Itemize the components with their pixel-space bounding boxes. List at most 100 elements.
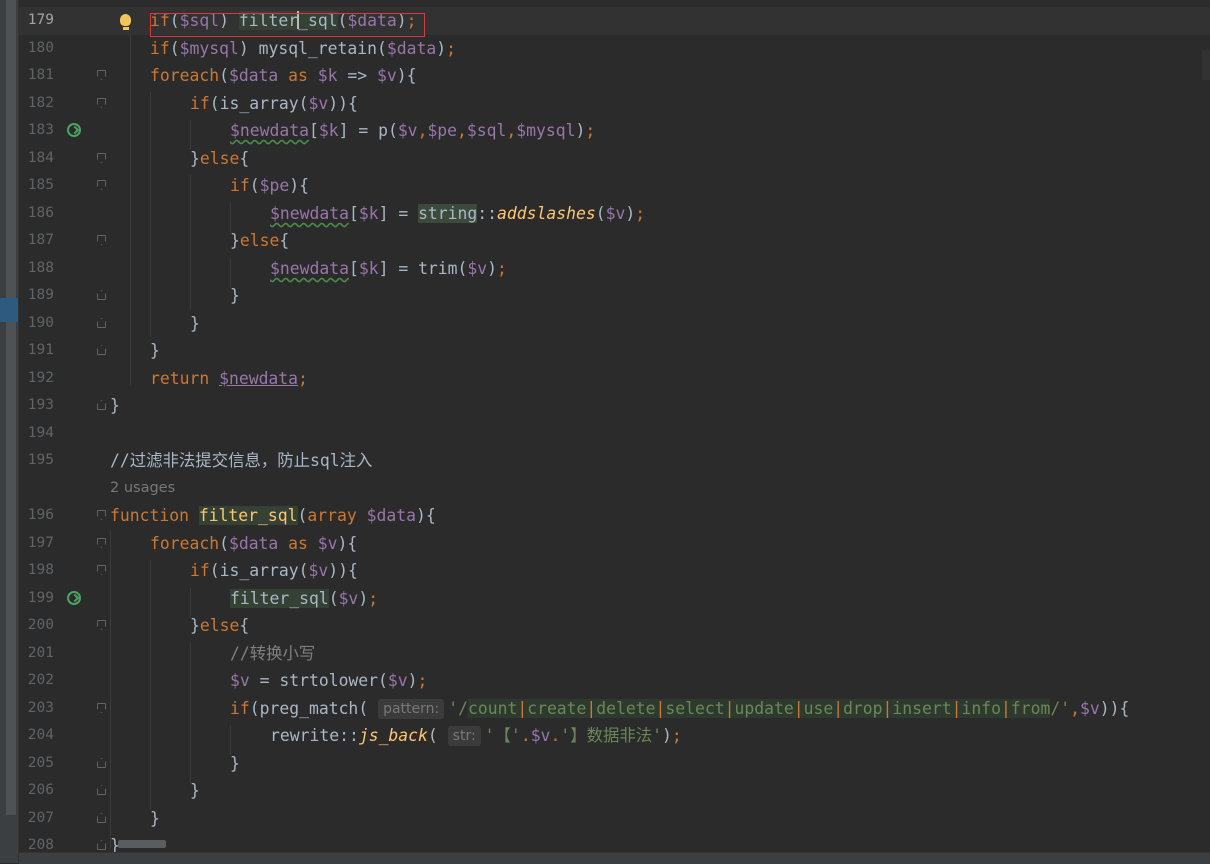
line-number: 196 xyxy=(27,507,54,523)
param-hint-pattern: pattern: xyxy=(378,699,445,719)
line-number: 184 xyxy=(27,150,54,166)
code-editor[interactable]: 179 if($sql) filter_sql($data); 180 if($… xyxy=(19,0,1210,852)
line-number: 207 xyxy=(27,810,54,826)
code-line-188[interactable]: 188 $newdata[$k] = trim($v); xyxy=(19,255,1210,283)
code-line-190[interactable]: 190 } xyxy=(19,310,1210,338)
code-line-181[interactable]: 181 foreach($data as $k => $v){ xyxy=(19,62,1210,90)
regex-alternative: count xyxy=(467,699,518,718)
regex-alternative: select xyxy=(665,699,725,718)
line-number: 206 xyxy=(27,782,54,798)
line-number: 193 xyxy=(27,397,54,413)
recursive-call-icon[interactable] xyxy=(67,591,81,605)
line-number: 192 xyxy=(27,370,54,386)
fold-icon[interactable] xyxy=(97,153,106,163)
regex-alternative: update xyxy=(734,699,794,718)
regex-pipe: | xyxy=(724,699,735,718)
code-line-199[interactable]: 199 filter_sql($v); xyxy=(19,585,1210,613)
regex-pipe: | xyxy=(793,699,804,718)
code-line-204[interactable]: 204 rewrite::js_back( str: '【'.$v.'】数据非法'… xyxy=(19,722,1210,750)
fold-icon[interactable] xyxy=(97,400,106,410)
code-line-208[interactable]: 208 } xyxy=(19,832,1210,852)
code-line-193[interactable]: 193 } xyxy=(19,392,1210,420)
line-number: 198 xyxy=(27,562,54,578)
code-line-195[interactable]: 195 //过滤非法提交信息，防止sql注入 xyxy=(19,447,1210,475)
line-number: 182 xyxy=(27,95,54,111)
code-line-202[interactable]: 202 $v = strtolower($v); xyxy=(19,667,1210,695)
code-line-194[interactable]: 194 xyxy=(19,420,1210,448)
line-number: 188 xyxy=(27,260,54,276)
line-number: 187 xyxy=(27,232,54,248)
code-line-180[interactable]: 180 if($mysql) mysql_retain($data); xyxy=(19,35,1210,63)
fold-icon[interactable] xyxy=(97,538,106,548)
line-number: 181 xyxy=(27,67,54,83)
line-number: 201 xyxy=(27,645,54,661)
regex-pipe: | xyxy=(586,699,597,718)
fold-icon[interactable] xyxy=(97,290,106,300)
regex-alternative: use xyxy=(803,699,834,718)
fold-icon[interactable] xyxy=(97,703,106,713)
line-number: 185 xyxy=(27,177,54,193)
regex-pipe: | xyxy=(655,699,666,718)
code-line-182[interactable]: 182 if(is_array($v)){ xyxy=(19,90,1210,118)
fold-icon[interactable] xyxy=(97,345,106,355)
line-number: 208 xyxy=(27,837,54,852)
fold-icon[interactable] xyxy=(97,840,106,850)
code-line-203[interactable]: 203 if(preg_match( pattern: '/count|creat… xyxy=(19,695,1210,723)
usages-hint[interactable]: 2 usages xyxy=(110,475,175,503)
code-line-186[interactable]: 186 $newdata[$k] = string::addslashes($v… xyxy=(19,200,1210,228)
fold-icon[interactable] xyxy=(97,785,106,795)
line-number: 180 xyxy=(27,40,54,56)
line-number: 203 xyxy=(27,700,54,716)
regex-pipe: | xyxy=(951,699,962,718)
left-scroll-track[interactable] xyxy=(6,0,16,815)
code-line-183[interactable]: 183 $newdata[$k] = p($v,$pe,$sql,$mysql)… xyxy=(19,117,1210,145)
regex-pipe: | xyxy=(1001,699,1011,718)
fold-icon[interactable] xyxy=(97,620,106,630)
left-tool-strip xyxy=(0,0,19,863)
line-number: 191 xyxy=(27,342,54,358)
code-line-184[interactable]: 184 }else{ xyxy=(19,145,1210,173)
fold-icon[interactable] xyxy=(97,813,106,823)
code-line-179[interactable]: 179 if($sql) filter_sql($data); xyxy=(19,7,1210,35)
line-number: 197 xyxy=(27,535,54,551)
line-number: 194 xyxy=(27,425,54,441)
line-number: 204 xyxy=(27,727,54,743)
line-number: 189 xyxy=(27,287,54,303)
code-line-200[interactable]: 200 }else{ xyxy=(19,612,1210,640)
code-line-206[interactable]: 206 } xyxy=(19,777,1210,805)
left-scroll-marker xyxy=(0,298,18,322)
fold-icon[interactable] xyxy=(97,180,106,190)
recursive-call-icon[interactable] xyxy=(67,123,81,137)
regex-alternative: from xyxy=(1010,699,1051,718)
code-line-187[interactable]: 187 }else{ xyxy=(19,227,1210,255)
bottom-strip xyxy=(19,852,1210,864)
horizontal-scrollbar[interactable] xyxy=(118,840,166,848)
fold-icon[interactable] xyxy=(97,758,106,768)
code-line-189[interactable]: 189 } xyxy=(19,282,1210,310)
code-line-196[interactable]: 196 function filter_sql(array $data){ xyxy=(19,502,1210,530)
line-number: 195 xyxy=(27,452,54,468)
code-line-198[interactable]: 198 if(is_array($v)){ xyxy=(19,557,1210,585)
regex-pipe: | xyxy=(517,699,528,718)
fold-icon[interactable] xyxy=(97,318,106,328)
code-line-197[interactable]: 197 foreach($data as $v){ xyxy=(19,530,1210,558)
fold-icon[interactable] xyxy=(97,565,106,575)
fold-icon[interactable] xyxy=(97,510,106,520)
line-number: 183 xyxy=(27,122,54,138)
code-line-207[interactable]: 207 } xyxy=(19,805,1210,833)
code-line-205[interactable]: 205 } xyxy=(19,750,1210,778)
param-hint-str: str: xyxy=(447,726,481,746)
code-line-191[interactable]: 191 } xyxy=(19,337,1210,365)
code-line-192[interactable]: 192 return $newdata; xyxy=(19,365,1210,393)
regex-alternative: delete xyxy=(596,699,656,718)
line-number: 200 xyxy=(27,617,54,633)
fold-icon[interactable] xyxy=(97,98,106,108)
regex-pipe: | xyxy=(882,699,893,718)
fold-icon[interactable] xyxy=(97,70,106,80)
code-line-201[interactable]: 201 //转换小写 xyxy=(19,640,1210,668)
fold-icon[interactable] xyxy=(97,235,106,245)
line-number: 199 xyxy=(27,590,54,606)
code-line-185[interactable]: 185 if($pe){ xyxy=(19,172,1210,200)
line-number: 202 xyxy=(27,672,54,688)
line-number: 190 xyxy=(27,315,54,331)
